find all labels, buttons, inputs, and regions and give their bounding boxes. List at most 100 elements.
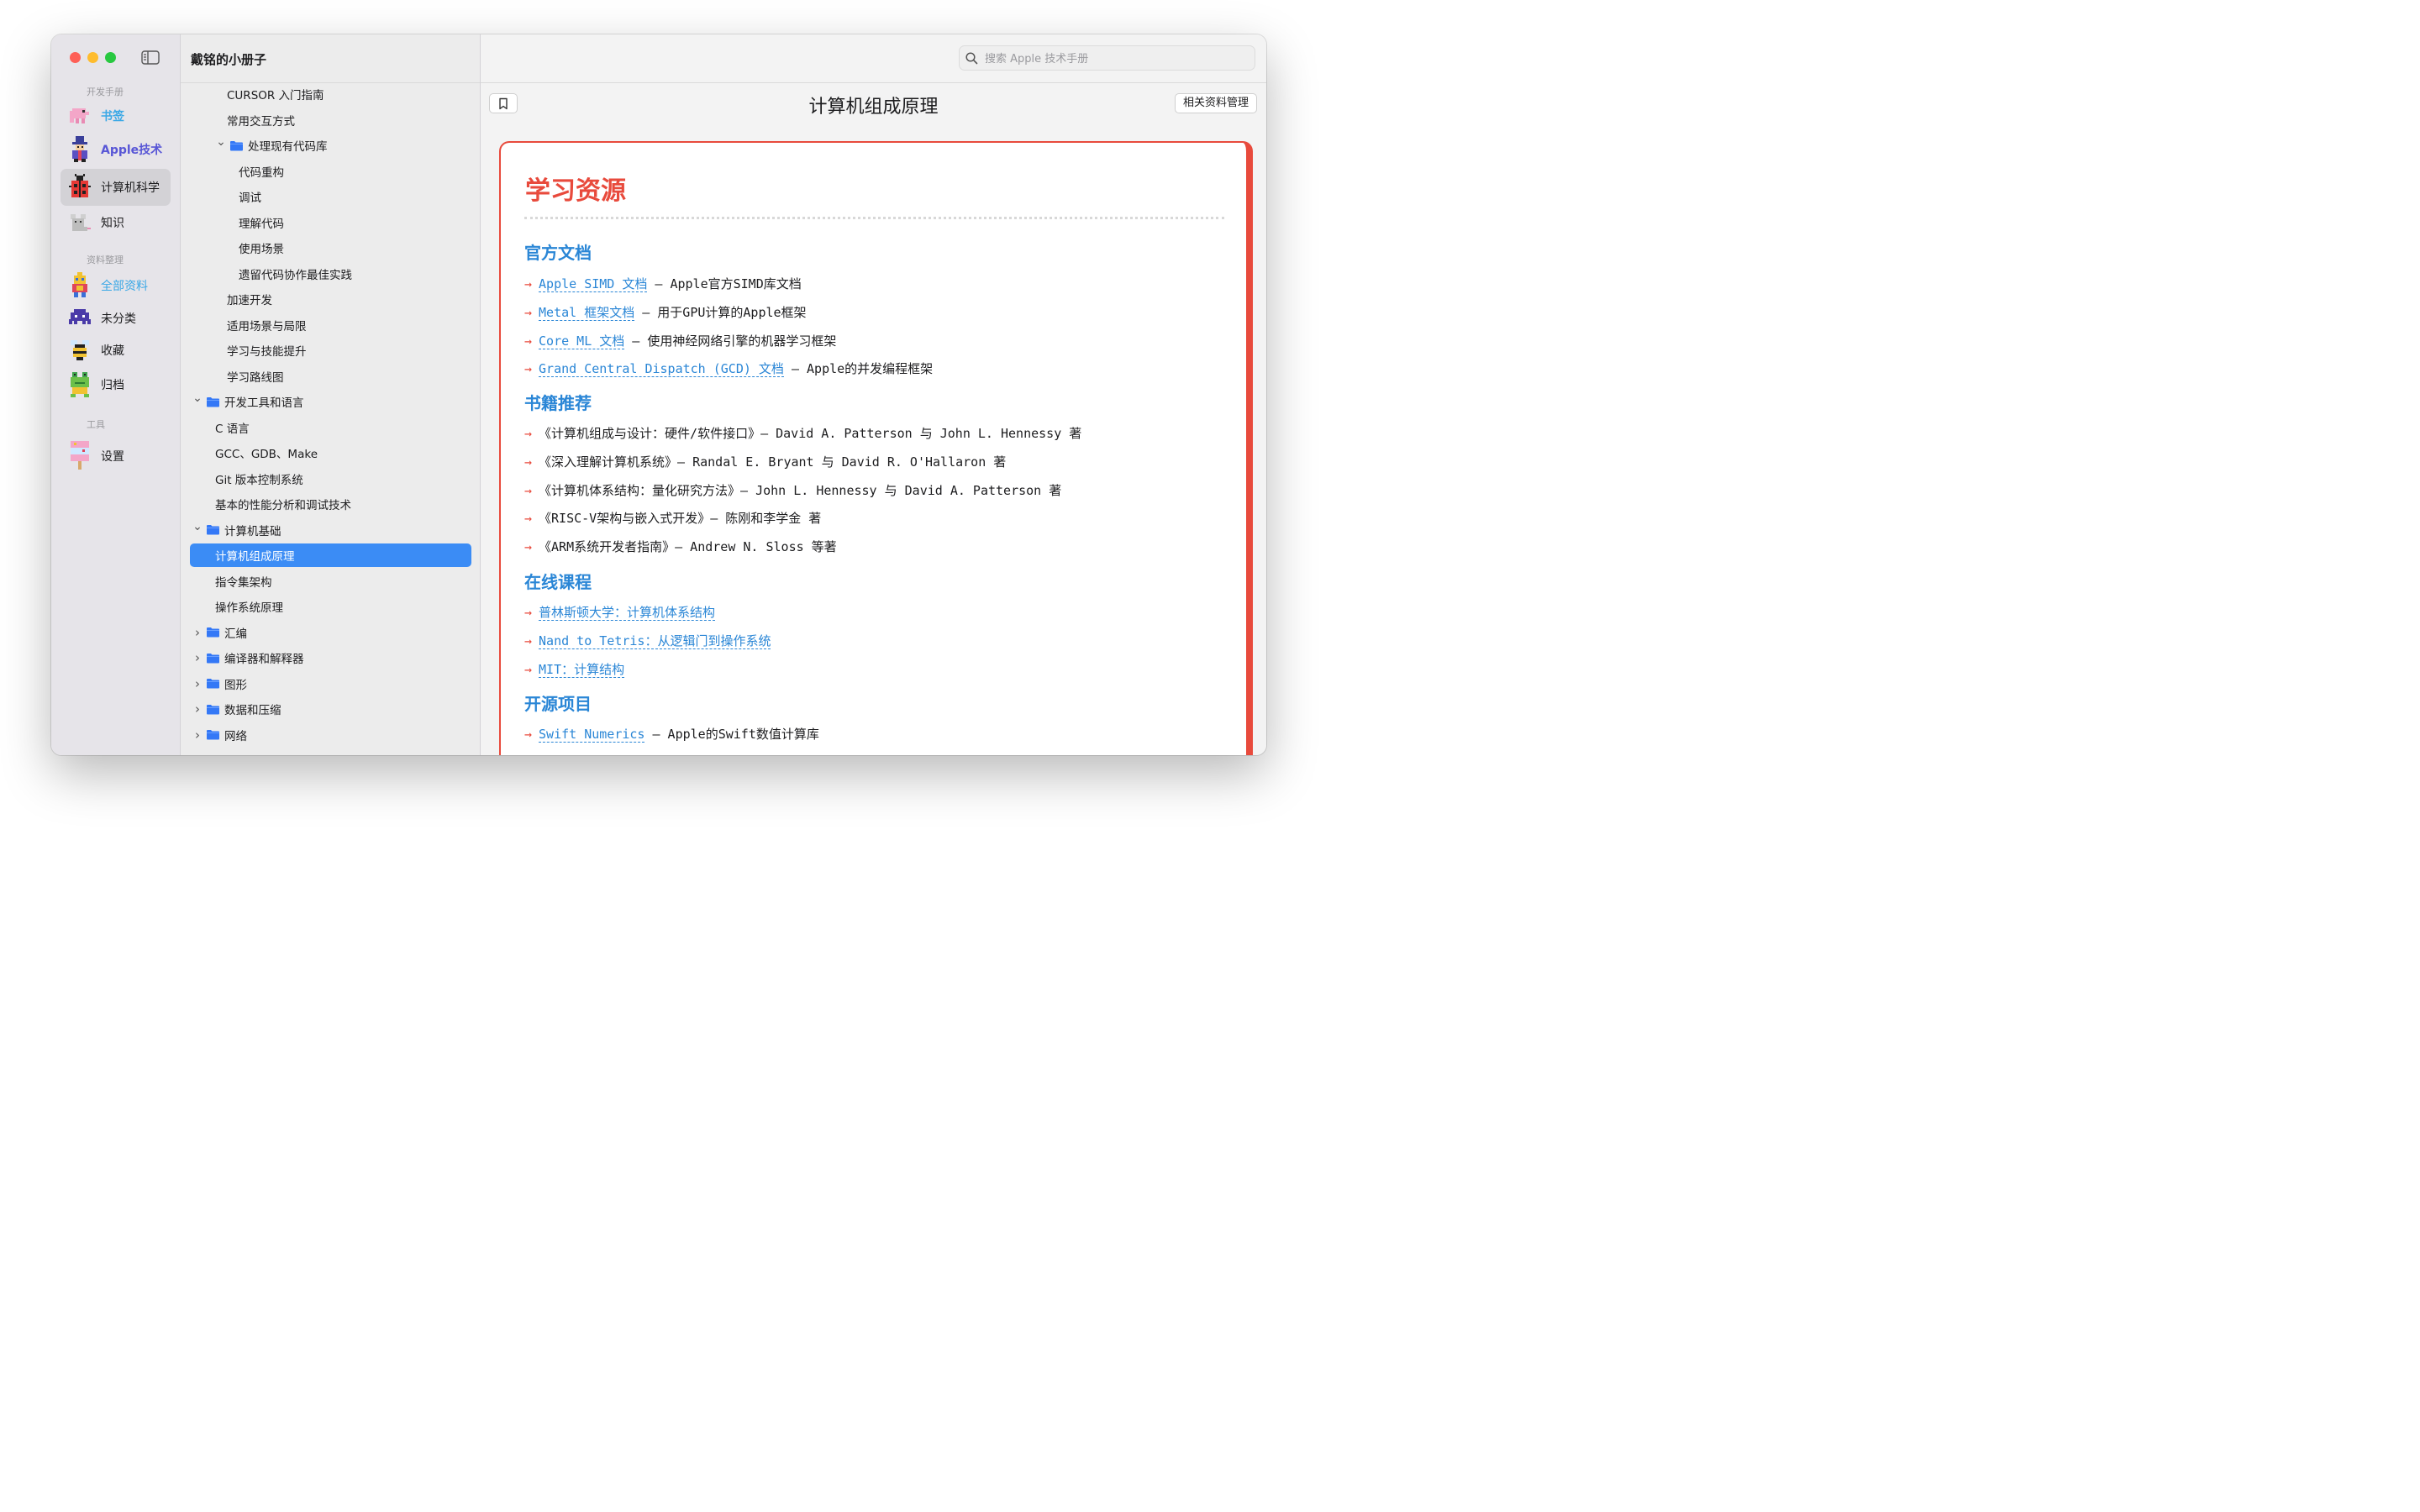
- outline-folder-row[interactable]: › 编译器和解释器: [192, 646, 304, 669]
- chevron-down-icon[interactable]: ⌄: [192, 520, 203, 533]
- arrow-bullet-icon: →: [524, 511, 533, 527]
- outline-row[interactable]: 指令集架构: [215, 570, 272, 593]
- folder-icon: [207, 653, 219, 663]
- outline-folder-row[interactable]: › 图形: [192, 672, 247, 696]
- resource-link[interactable]: Grand Central Dispatch (GCD) 文档: [539, 361, 784, 378]
- frog-pixel-icon: [71, 372, 89, 397]
- search-input[interactable]: [983, 46, 1247, 71]
- chevron-right-icon[interactable]: ›: [192, 701, 203, 717]
- resource-description: – Apple的Swift数值计算库: [644, 727, 819, 742]
- folder-icon: [207, 704, 219, 714]
- outline-row-label: 数据和压缩: [224, 704, 281, 717]
- resource-link[interactable]: MIT：计算结构: [539, 661, 625, 678]
- nav-item-uncategorized[interactable]: 未分类: [60, 302, 171, 335]
- resources-heading: 学习资源: [525, 176, 626, 206]
- nav-item-bookmarks[interactable]: 书签: [60, 99, 171, 133]
- outline-row[interactable]: 学习与技能提升: [227, 339, 307, 362]
- outline-row[interactable]: 使用场景: [239, 236, 284, 260]
- arrow-bullet-icon: →: [524, 304, 533, 320]
- outline-folder-row[interactable]: › 数据和压缩: [192, 697, 281, 721]
- outline-row-label: 计算机基础: [224, 524, 281, 538]
- outline-row[interactable]: C 语言: [215, 416, 250, 439]
- outline-row[interactable]: 适用场景与局限: [227, 313, 307, 337]
- nav-item-knowledge[interactable]: 知识: [60, 206, 171, 239]
- outline-row[interactable]: 加速开发: [227, 287, 272, 311]
- outline-row-label: 指令集架构: [215, 575, 272, 590]
- nav-item-favorites[interactable]: 收藏: [60, 333, 171, 367]
- outline-row[interactable]: 调试: [239, 185, 261, 208]
- chevron-right-icon[interactable]: ›: [192, 625, 203, 640]
- arrow-bullet-icon: →: [524, 605, 533, 620]
- manage-resources-button[interactable]: 相关资料管理: [1174, 93, 1257, 113]
- folder-icon-wrap: [206, 653, 224, 664]
- outline-row[interactable]: 基本的性能分析和调试技术: [215, 492, 351, 516]
- outline-row[interactable]: 计算机组成原理: [190, 543, 471, 567]
- outline-row[interactable]: CURSOR 入门指南: [227, 82, 324, 106]
- outline-row-label: 代码重构: [239, 165, 284, 180]
- resource-link[interactable]: 普林斯顿大学：计算机体系结构: [539, 605, 716, 621]
- document-title: 计算机组成原理: [808, 97, 939, 118]
- folder-icon: [207, 627, 219, 638]
- resource-description: 《计算机组成与设计：硬件/软件接口》– David A. Patterson 与…: [539, 426, 1082, 441]
- resource-link[interactable]: Metal 框架文档: [539, 304, 635, 321]
- outline-row-label: 学习路线图: [227, 370, 284, 385]
- outline-header: 戴铭的小册子: [181, 34, 480, 83]
- nav-item-computer-science[interactable]: 计算机科学: [60, 169, 171, 206]
- outline-row[interactable]: 遗留代码协作最佳实践: [239, 262, 352, 286]
- resource-description: – 使用神经网络引擎的机器学习框架: [624, 333, 837, 349]
- outline-row[interactable]: 代码重构: [239, 160, 284, 183]
- nav-item-archive[interactable]: 归档: [60, 368, 171, 402]
- nav-item-all-materials[interactable]: 全部资料: [60, 269, 171, 302]
- outline-folder-row[interactable]: › 网络: [192, 723, 247, 747]
- nav-item-settings[interactable]: 设置: [60, 438, 171, 475]
- chevron-right-icon[interactable]: ›: [192, 676, 203, 691]
- chevron-right-icon[interactable]: ›: [192, 650, 203, 665]
- chevron-down-icon[interactable]: ⌄: [216, 135, 226, 149]
- arrow-bullet-icon: →: [524, 661, 533, 677]
- search-field[interactable]: [959, 45, 1255, 71]
- outline-row[interactable]: Git 版本控制系统: [215, 467, 303, 491]
- folder-icon-wrap: [206, 396, 224, 407]
- outline-folder-row[interactable]: ⌄ 处理现有代码库: [216, 134, 327, 157]
- nav-item-label: 未分类: [101, 312, 136, 326]
- zoom-window-button[interactable]: [105, 52, 116, 63]
- chevron-down-icon[interactable]: ⌄: [192, 391, 203, 405]
- outline-row-label: 遗留代码协作最佳实践: [239, 268, 352, 282]
- folder-icon-wrap: [206, 704, 224, 715]
- outline-folder-row[interactable]: ⌄ 开发工具和语言: [192, 390, 303, 413]
- close-window-button[interactable]: [70, 52, 81, 63]
- heading-divider: [524, 217, 1224, 219]
- resource-list-item: → 普林斯顿大学：计算机体系结构: [524, 603, 716, 621]
- minimize-window-button[interactable]: [87, 52, 98, 63]
- resource-list-item: → MIT：计算结构: [524, 660, 625, 678]
- outline-folder-row[interactable]: ⌄ 计算机基础: [192, 518, 281, 542]
- elephant-pixel-icon: [70, 108, 89, 123]
- document-pane: 计算机组成原理 相关资料管理 学习资源 官方文档 → Apple SIMD 文档 –…: [481, 34, 1266, 755]
- outline-row-label: GCC、GDB、Make: [215, 448, 318, 461]
- outline-folder-row[interactable]: › 汇编: [192, 621, 247, 644]
- outline-row[interactable]: 理解代码: [239, 211, 284, 234]
- chevron-right-icon[interactable]: ›: [192, 727, 203, 743]
- sidebar-toggle-icon[interactable]: [141, 50, 160, 65]
- resource-description: – 用于GPU计算的Apple框架: [634, 304, 807, 320]
- resource-link[interactable]: Swift Numerics: [539, 727, 645, 743]
- resource-link[interactable]: Nand to Tetris：从逻辑门到操作系统: [539, 633, 771, 649]
- window-controls: [70, 52, 116, 63]
- resource-link[interactable]: Core ML 文档: [539, 333, 625, 349]
- nav-item-apple-tech[interactable]: Apple技术: [60, 133, 171, 166]
- resource-list-item: → 《ARM系统开发者指南》– Andrew N. Sloss 等著: [524, 538, 837, 555]
- folder-icon: [207, 396, 219, 407]
- outline-panel: 戴铭的小册子 CURSOR 入门指南 常用交互方式 ⌄ 处理现有代码库代码重构调试理解…: [181, 34, 481, 755]
- outline-row[interactable]: 常用交互方式: [227, 108, 295, 132]
- nav-item-label: 收藏: [101, 344, 124, 358]
- outline-row[interactable]: GCC、GDB、Make: [215, 441, 318, 465]
- resource-description: 《计算机体系结构：量化研究方法》– John L. Hennessy 与 Dav…: [539, 482, 1062, 498]
- folder-icon: [207, 679, 219, 689]
- folder-icon-wrap: [206, 627, 224, 638]
- outline-row[interactable]: 学习路线图: [227, 365, 284, 388]
- resource-link[interactable]: Apple SIMD 文档: [539, 276, 648, 292]
- resource-description: – Apple的并发编程框架: [783, 361, 934, 377]
- outline-row[interactable]: 操作系统原理: [215, 595, 283, 618]
- nav-item-label: Apple技术: [101, 144, 163, 157]
- app-window: 开发手册 书签 Apple技术 计算机科学 知识 资料整理 全部资料 未分类 收…: [51, 34, 1266, 755]
